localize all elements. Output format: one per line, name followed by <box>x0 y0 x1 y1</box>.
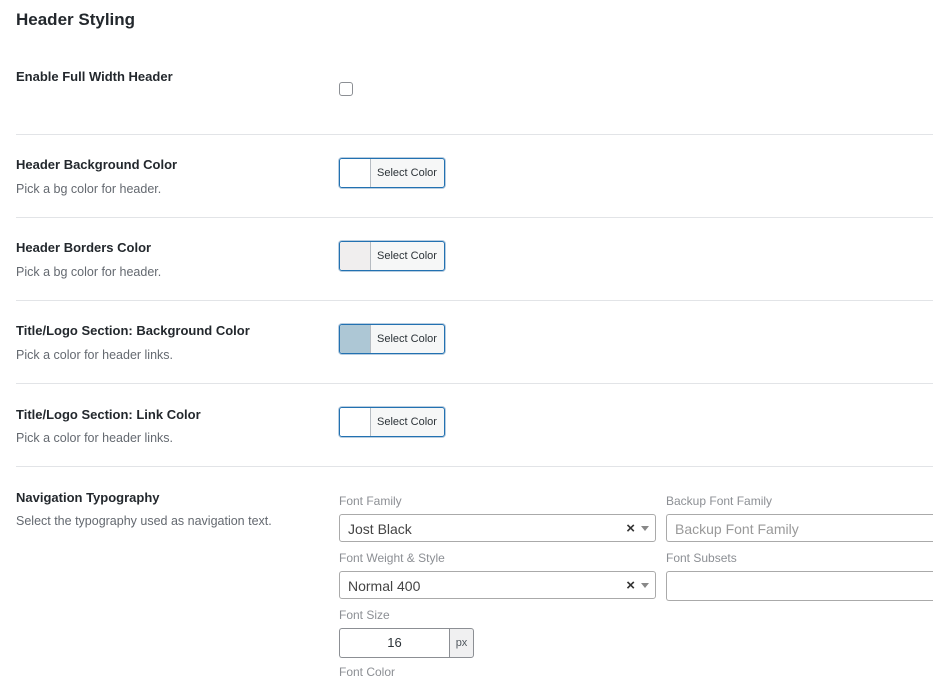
backup-font-family-input[interactable]: Backup Font Family <box>666 514 933 542</box>
full-width-header-checkbox[interactable] <box>339 82 353 96</box>
header-bg-color-description: Pick a bg color for header. <box>16 182 162 196</box>
font-family-label: Font Family <box>339 494 402 508</box>
divider <box>16 134 933 135</box>
full-width-header-label: Enable Full Width Header <box>16 69 173 84</box>
logo-link-color-label: Title/Logo Section: Link Color <box>16 407 201 422</box>
logo-bg-color-label: Title/Logo Section: Background Color <box>16 323 250 338</box>
color-swatch <box>340 242 371 270</box>
logo-link-color-description: Pick a color for header links. <box>16 431 174 445</box>
backup-font-family-placeholder: Backup Font Family <box>675 521 799 537</box>
section-title: Header Styling <box>16 10 136 29</box>
header-bg-color-label: Header Background Color <box>16 157 178 172</box>
nav-typography-description: Select the typography used as navigation… <box>16 514 272 528</box>
color-swatch <box>340 159 371 187</box>
nav-typography-label: Navigation Typography <box>16 490 160 505</box>
chevron-down-icon <box>641 526 649 531</box>
header-borders-color-label: Header Borders Color <box>16 240 152 255</box>
select-color-label: Select Color <box>377 250 437 262</box>
font-family-value: Jost Black <box>348 521 412 537</box>
select-color-label: Select Color <box>377 333 437 345</box>
chevron-down-icon <box>641 583 649 588</box>
divider <box>16 300 933 301</box>
divider <box>16 466 933 467</box>
header-bg-color-button[interactable]: Select Color <box>339 158 445 188</box>
select-color-label: Select Color <box>377 167 437 179</box>
font-size-label: Font Size <box>339 608 390 622</box>
font-weight-style-label: Font Weight & Style <box>339 551 445 565</box>
font-weight-style-value: Normal 400 <box>348 578 421 594</box>
logo-bg-color-button[interactable]: Select Color <box>339 324 445 354</box>
divider <box>16 383 933 384</box>
font-weight-style-select[interactable]: Normal 400 × <box>339 571 656 599</box>
font-size-field: 16 px <box>339 628 474 658</box>
clear-icon[interactable]: × <box>626 515 635 542</box>
header-borders-color-button[interactable]: Select Color <box>339 241 445 271</box>
select-color-label: Select Color <box>377 416 437 428</box>
backup-font-family-label: Backup Font Family <box>666 494 773 508</box>
color-swatch <box>340 325 371 353</box>
logo-link-color-button[interactable]: Select Color <box>339 407 445 437</box>
font-size-input[interactable]: 16 <box>339 628 449 658</box>
font-subsets-label: Font Subsets <box>666 551 737 565</box>
font-subsets-select[interactable] <box>666 571 933 601</box>
font-size-unit: px <box>449 628 474 658</box>
logo-bg-color-description: Pick a color for header links. <box>16 348 174 362</box>
header-borders-color-description: Pick a bg color for header. <box>16 265 162 279</box>
clear-icon[interactable]: × <box>626 572 635 599</box>
font-family-select[interactable]: Jost Black × <box>339 514 656 542</box>
divider <box>16 217 933 218</box>
color-swatch <box>340 408 371 436</box>
